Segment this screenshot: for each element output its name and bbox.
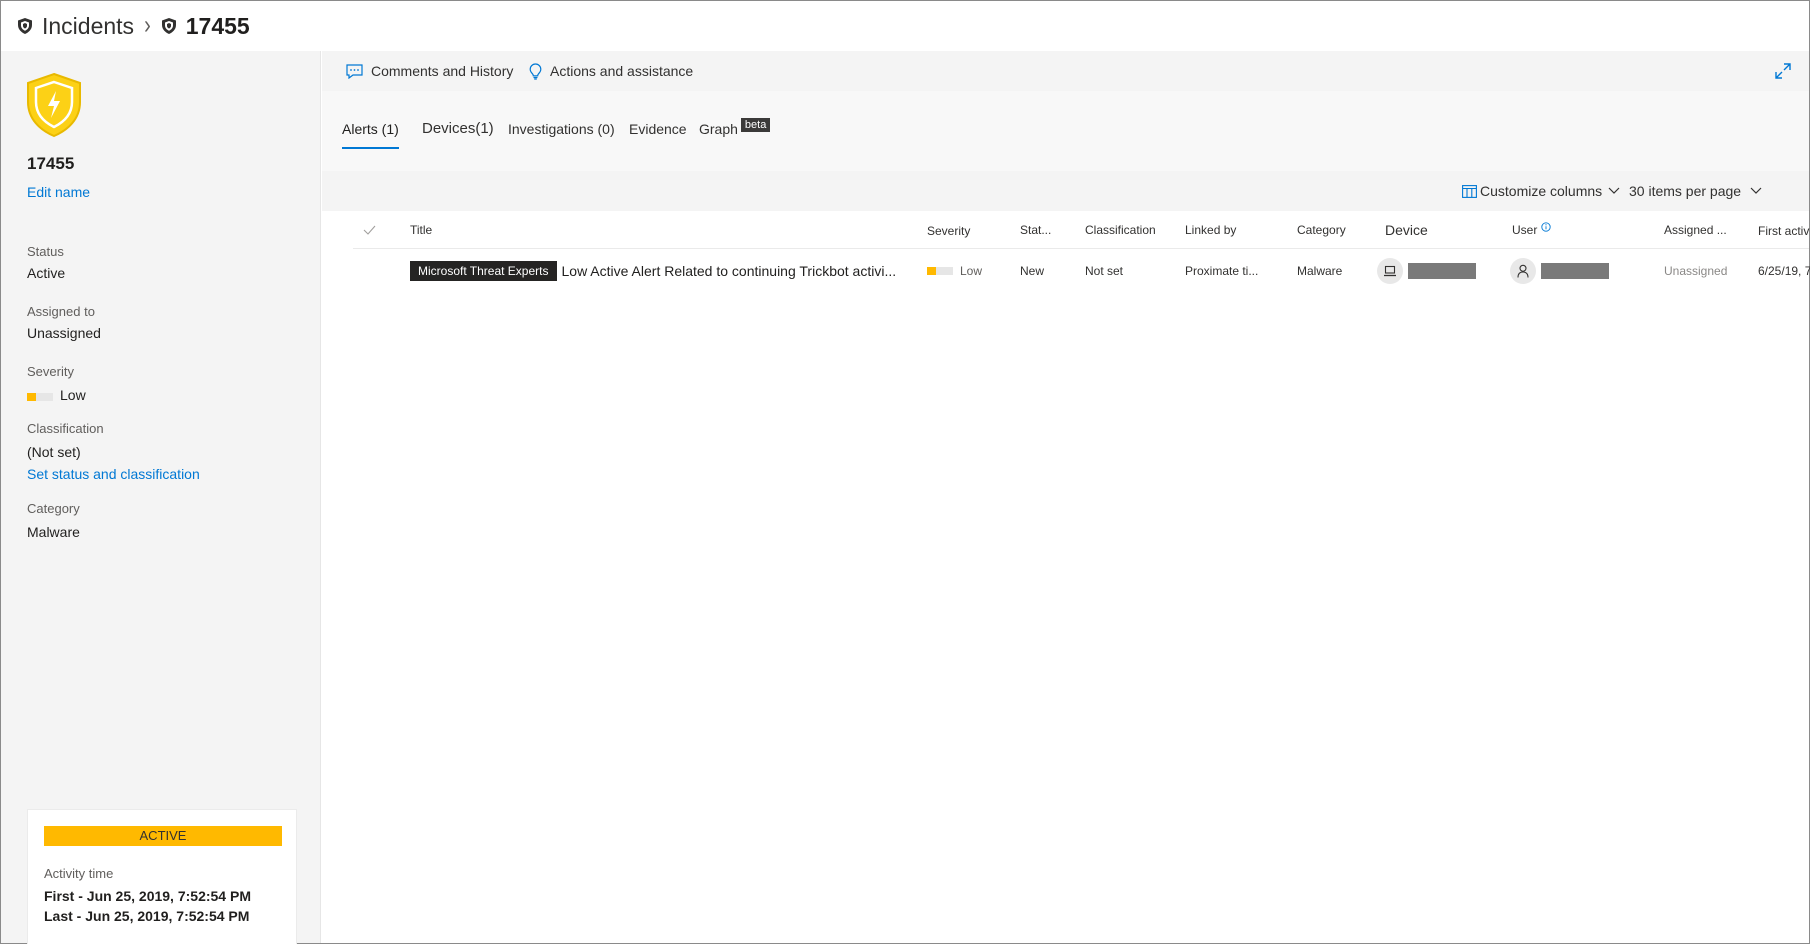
tab-graph-label: Graph	[699, 121, 738, 137]
tab-alerts[interactable]: Alerts (1)	[342, 121, 399, 151]
select-all-checkmark-icon[interactable]	[363, 225, 376, 235]
classification-label: Classification	[27, 421, 104, 436]
assigned-label: Assigned to	[27, 304, 95, 319]
category-label: Category	[27, 501, 80, 516]
table-row[interactable]: Microsoft Threat Experts Low Active Aler…	[353, 249, 1810, 293]
column-user-label: User	[1512, 223, 1538, 237]
tab-evidence[interactable]: Evidence	[629, 121, 687, 151]
columns-icon	[1462, 184, 1477, 198]
severity-cell: Low	[927, 249, 982, 293]
comments-history-label: Comments and History	[371, 63, 514, 79]
status-label: Status	[27, 244, 64, 259]
severity-label: Severity	[27, 364, 74, 379]
classification-cell: Not set	[1085, 264, 1124, 278]
tab-alerts-label: Alerts (1)	[342, 121, 399, 137]
last-activity: Last - Jun 25, 2019, 7:52:54 PM	[44, 908, 250, 924]
first-activity-cell: 6/25/19, 7	[1758, 264, 1810, 278]
breadcrumb-current: 17455	[185, 12, 250, 39]
chevron-right-icon: ›	[144, 11, 151, 40]
shield-icon	[18, 18, 32, 34]
table-toolbar: Customize columns 30 items per page	[322, 171, 1809, 211]
severity-value: Low	[60, 387, 86, 403]
breadcrumb-incidents-link[interactable]: Incidents	[42, 13, 134, 40]
tab-investigations-label: Investigations (0)	[508, 121, 615, 137]
classification-value: (Not set)	[27, 444, 81, 460]
assigned-cell: Unassigned	[1664, 264, 1728, 278]
column-assigned[interactable]: Assigned ...	[1664, 223, 1727, 237]
tab-devices-label: Devices(1)	[422, 120, 494, 137]
first-activity: First - Jun 25, 2019, 7:52:54 PM	[44, 888, 251, 904]
user-icon	[1510, 258, 1536, 284]
column-classification[interactable]: Classification	[1085, 223, 1156, 237]
status-cell: New	[1020, 264, 1045, 278]
tab-investigations[interactable]: Investigations (0)	[508, 121, 615, 151]
incident-shield-icon	[27, 72, 81, 138]
column-user[interactable]: User	[1512, 222, 1551, 237]
column-linked-by[interactable]: Linked by	[1185, 223, 1236, 237]
tab-bar: Alerts (1) Devices(1) Investigations (0)…	[322, 91, 1809, 171]
column-status[interactable]: Stat...	[1020, 223, 1051, 237]
redacted-user-name	[1541, 263, 1609, 279]
chevron-down-icon	[1750, 187, 1762, 194]
activity-card: ACTIVE Activity time First - Jun 25, 201…	[27, 809, 297, 944]
comments-history-button[interactable]: Comments and History	[346, 51, 513, 91]
table-header: Title Severity Stat... Classification Li…	[353, 211, 1809, 249]
items-per-page-label: 30 items per page	[1629, 183, 1742, 199]
info-icon	[1541, 222, 1551, 232]
items-per-page-dropdown[interactable]: 30 items per page	[1629, 171, 1763, 211]
user-cell[interactable]	[1510, 249, 1609, 293]
tab-evidence-label: Evidence	[629, 121, 687, 137]
actions-assistance-button[interactable]: Actions and assistance	[529, 51, 693, 91]
redacted-device-name	[1408, 263, 1476, 279]
column-device[interactable]: Device	[1385, 222, 1428, 238]
breadcrumb: Incidents › 17455	[1, 1, 1809, 51]
expand-icon[interactable]	[1773, 61, 1793, 81]
column-title[interactable]: Title	[410, 223, 432, 237]
alert-title-link[interactable]: Low Active Alert Related to continuing T…	[562, 263, 897, 279]
severity-indicator	[927, 267, 954, 275]
activity-time-label: Activity time	[44, 866, 114, 881]
alert-title-cell: Microsoft Threat Experts Low Active Aler…	[410, 249, 896, 293]
status-value: Active	[27, 265, 66, 281]
tab-devices[interactable]: Devices(1)	[422, 120, 494, 150]
customize-columns-button[interactable]: Customize columns	[1462, 171, 1621, 211]
linked-by-cell: Proximate ti...	[1185, 264, 1259, 278]
laptop-icon	[1377, 258, 1403, 284]
severity-value: Low	[960, 264, 983, 278]
threat-experts-tag[interactable]: Microsoft Threat Experts	[410, 261, 557, 281]
action-bar: Comments and History Actions and assista…	[322, 51, 1809, 91]
lightbulb-icon	[529, 62, 542, 80]
active-status-badge: ACTIVE	[44, 826, 282, 846]
category-cell: Malware	[1297, 264, 1343, 278]
column-first-activity[interactable]: First activ	[1758, 224, 1809, 238]
customize-columns-label: Customize columns	[1480, 183, 1603, 199]
comment-icon	[346, 63, 363, 79]
column-severity[interactable]: Severity	[927, 224, 970, 238]
incident-details-pane: 17455 Edit name Status Active Assigned t…	[1, 51, 321, 944]
assigned-value: Unassigned	[27, 325, 101, 341]
device-cell[interactable]	[1377, 249, 1476, 293]
beta-badge: beta	[740, 118, 771, 132]
severity-indicator	[27, 393, 54, 401]
chevron-down-icon	[1608, 187, 1620, 194]
column-category[interactable]: Category	[1297, 223, 1346, 237]
edit-name-link[interactable]: Edit name	[27, 184, 90, 200]
category-value: Malware	[27, 524, 80, 540]
incident-id: 17455	[27, 154, 75, 173]
actions-assistance-label: Actions and assistance	[550, 63, 694, 79]
shield-icon	[161, 18, 176, 34]
set-status-classification-link[interactable]: Set status and classification	[27, 466, 200, 482]
tab-graph[interactable]: Graph beta	[699, 118, 771, 151]
